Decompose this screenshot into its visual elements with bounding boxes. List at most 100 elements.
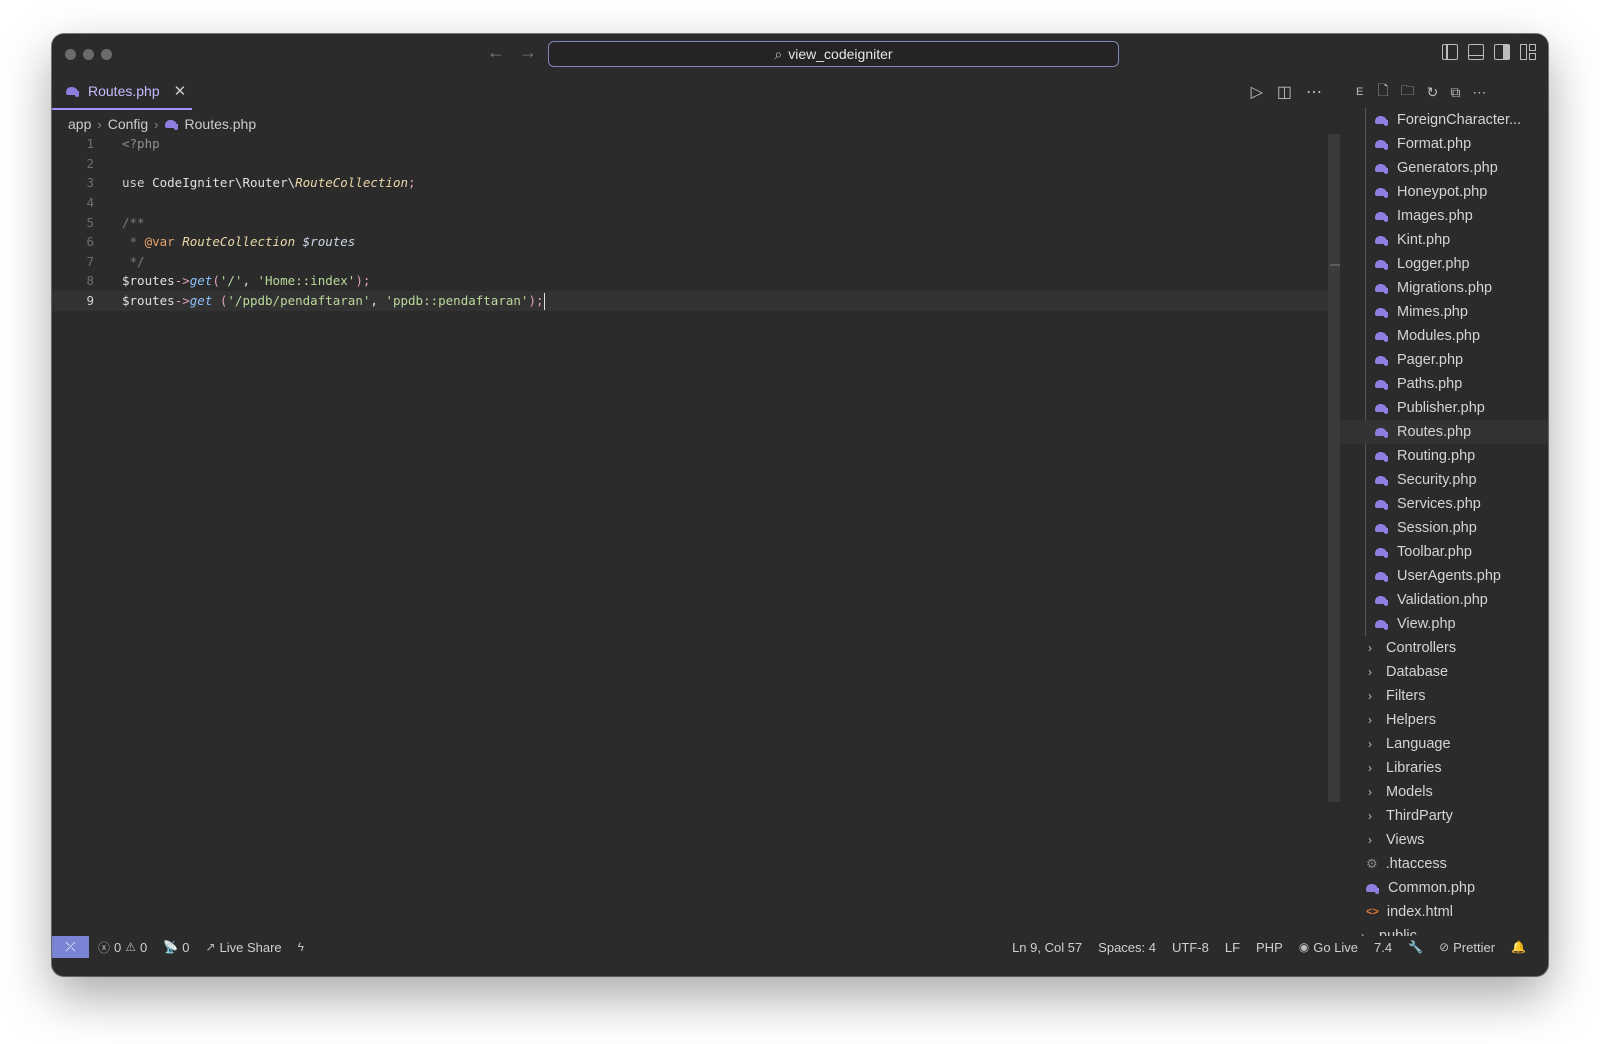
forward-arrow-icon[interactable]: → (518, 42, 538, 63)
split-editor-icon[interactable]: ◫ (1277, 82, 1292, 102)
tab-routes-php[interactable]: Routes.php ✕ (52, 74, 192, 110)
file-name: Routing.php (1397, 448, 1476, 464)
tree-file[interactable]: Security.php (1340, 468, 1548, 492)
code-token: $routes (302, 234, 356, 249)
tree-file[interactable]: ⚙ .htaccess (1340, 852, 1548, 876)
new-file-icon[interactable]: 🗋 (1377, 80, 1388, 104)
line-number: 8 (86, 273, 94, 288)
ports-indicator[interactable]: 📡 0 (163, 940, 189, 955)
go-live-button[interactable]: ◉ Go Live (1299, 940, 1358, 955)
breadcrumb-item-file[interactable]: Routes.php (185, 116, 257, 132)
html-file-icon: <> (1366, 906, 1379, 918)
tree-file[interactable]: Generators.php (1340, 156, 1548, 180)
minimize-window-button[interactable] (83, 49, 94, 60)
tree-file[interactable]: Services.php (1340, 492, 1548, 516)
command-center-search[interactable]: ⌕ view_codeigniter (548, 41, 1119, 67)
chevron-right-icon: › (1368, 641, 1372, 655)
line-number: 4 (86, 195, 94, 210)
tree-file[interactable]: Honeypot.php (1340, 180, 1548, 204)
tree-file[interactable]: Toolbar.php (1340, 540, 1548, 564)
back-arrow-icon[interactable]: ← (486, 42, 506, 63)
maximize-window-button[interactable] (101, 49, 112, 60)
collapse-all-icon[interactable]: ⧉ (1450, 84, 1460, 101)
run-icon[interactable]: ▷ (1251, 82, 1263, 102)
php-file-icon (1375, 115, 1389, 126)
close-window-button[interactable] (65, 49, 76, 60)
lightning-button[interactable]: ϟ (298, 940, 304, 954)
folder-name: Database (1386, 664, 1449, 680)
editor-scrollbar[interactable] (1328, 134, 1340, 802)
tree-folder[interactable]: › Database (1340, 660, 1548, 684)
toggle-panel-icon[interactable] (1468, 44, 1484, 60)
code-token: '/ppdb/pendaftaran' (227, 293, 371, 308)
tree-file[interactable]: UserAgents.php (1340, 564, 1548, 588)
live-share-button[interactable]: ↗ Live Share (205, 940, 281, 955)
tree-file[interactable]: Modules.php (1340, 324, 1548, 348)
tree-file[interactable]: ForeignCharacter... (1340, 108, 1548, 132)
php-version[interactable]: 7.4 (1374, 940, 1392, 955)
code-token: get (189, 293, 213, 308)
line-number: 7 (86, 254, 94, 269)
tree-folder[interactable]: › ThirdParty (1340, 804, 1548, 828)
toggle-secondary-sidebar-icon[interactable] (1494, 44, 1510, 60)
toggle-primary-sidebar-icon[interactable] (1442, 44, 1458, 60)
cursor-position[interactable]: Ln 9, Col 57 (1012, 940, 1082, 955)
wrench-icon[interactable]: 🔧 (1408, 940, 1423, 954)
php-file-icon (1375, 331, 1389, 342)
prettier-button[interactable]: ⊘ Prettier (1439, 940, 1495, 955)
tree-file[interactable]: Images.php (1340, 204, 1548, 228)
file-name: ForeignCharacter... (1397, 112, 1522, 128)
tab-label: Routes.php (88, 83, 160, 99)
tree-file[interactable]: Migrations.php (1340, 276, 1548, 300)
tree-file-selected[interactable]: Routes.php (1340, 420, 1548, 444)
more-actions-icon[interactable]: ⋯ (1472, 84, 1486, 101)
new-folder-icon[interactable]: 🗀 (1401, 80, 1415, 104)
code-token: RouteCollection (182, 234, 296, 249)
broadcast-icon: 📡 (163, 940, 179, 954)
tree-file[interactable]: Session.php (1340, 516, 1548, 540)
language-mode[interactable]: PHP (1256, 940, 1283, 955)
code-token: '/' (219, 273, 243, 288)
tree-file[interactable]: Paths.php (1340, 372, 1548, 396)
bell-icon[interactable]: 🔔 (1511, 940, 1526, 954)
file-name: Session.php (1397, 520, 1477, 536)
tree-file[interactable]: <> index.html (1340, 900, 1548, 924)
tree-file[interactable]: View.php (1340, 612, 1548, 636)
tree-folder[interactable]: › Language (1340, 732, 1548, 756)
tree-file[interactable]: Format.php (1340, 132, 1548, 156)
customize-layout-icon[interactable] (1520, 44, 1536, 60)
tree-file[interactable]: Kint.php (1340, 228, 1548, 252)
refresh-icon[interactable]: ↻ (1427, 84, 1439, 101)
line-number: 2 (86, 156, 94, 171)
tree-file[interactable]: Validation.php (1340, 588, 1548, 612)
indentation[interactable]: Spaces: 4 (1098, 940, 1156, 955)
tree-folder[interactable]: › Controllers (1340, 636, 1548, 660)
code-editor[interactable]: 1 <?php 2 3 use CodeIgniter\Router\Route… (52, 134, 1328, 936)
tree-file[interactable]: Logger.php (1340, 252, 1548, 276)
remote-indicator-button[interactable]: ⤫ (52, 936, 89, 958)
tree-folder[interactable]: › Filters (1340, 684, 1548, 708)
end-of-line[interactable]: LF (1225, 940, 1240, 955)
tree-file[interactable]: Mimes.php (1340, 300, 1548, 324)
tree-folder[interactable]: › Models (1340, 780, 1548, 804)
tree-folder[interactable]: › Views (1340, 828, 1548, 852)
problems-indicator[interactable]: ⓧ 0 ⚠ 0 (98, 939, 147, 956)
breadcrumb-item-config[interactable]: Config (108, 116, 148, 132)
tree-folder[interactable]: › Libraries (1340, 756, 1548, 780)
php-file-icon (1375, 427, 1389, 438)
encoding[interactable]: UTF-8 (1172, 940, 1209, 955)
tree-file[interactable]: Publisher.php (1340, 396, 1548, 420)
tree-folder[interactable]: › public (1340, 924, 1548, 936)
tree-file[interactable]: Pager.php (1340, 348, 1548, 372)
breadcrumb-item-app[interactable]: app (68, 116, 91, 132)
status-bar-left: ⓧ 0 ⚠ 0 📡 0 ↗ Live Share ϟ (98, 936, 304, 958)
tree-file[interactable]: Routing.php (1340, 444, 1548, 468)
close-tab-icon[interactable]: ✕ (174, 82, 187, 100)
chevron-right-icon: › (154, 116, 159, 132)
code-token: CodeIgniter (152, 175, 235, 190)
tree-folder[interactable]: › Helpers (1340, 708, 1548, 732)
code-token: @var (144, 234, 175, 249)
more-actions-icon[interactable]: ⋯ (1306, 82, 1322, 102)
tree-file[interactable]: Common.php (1340, 876, 1548, 900)
